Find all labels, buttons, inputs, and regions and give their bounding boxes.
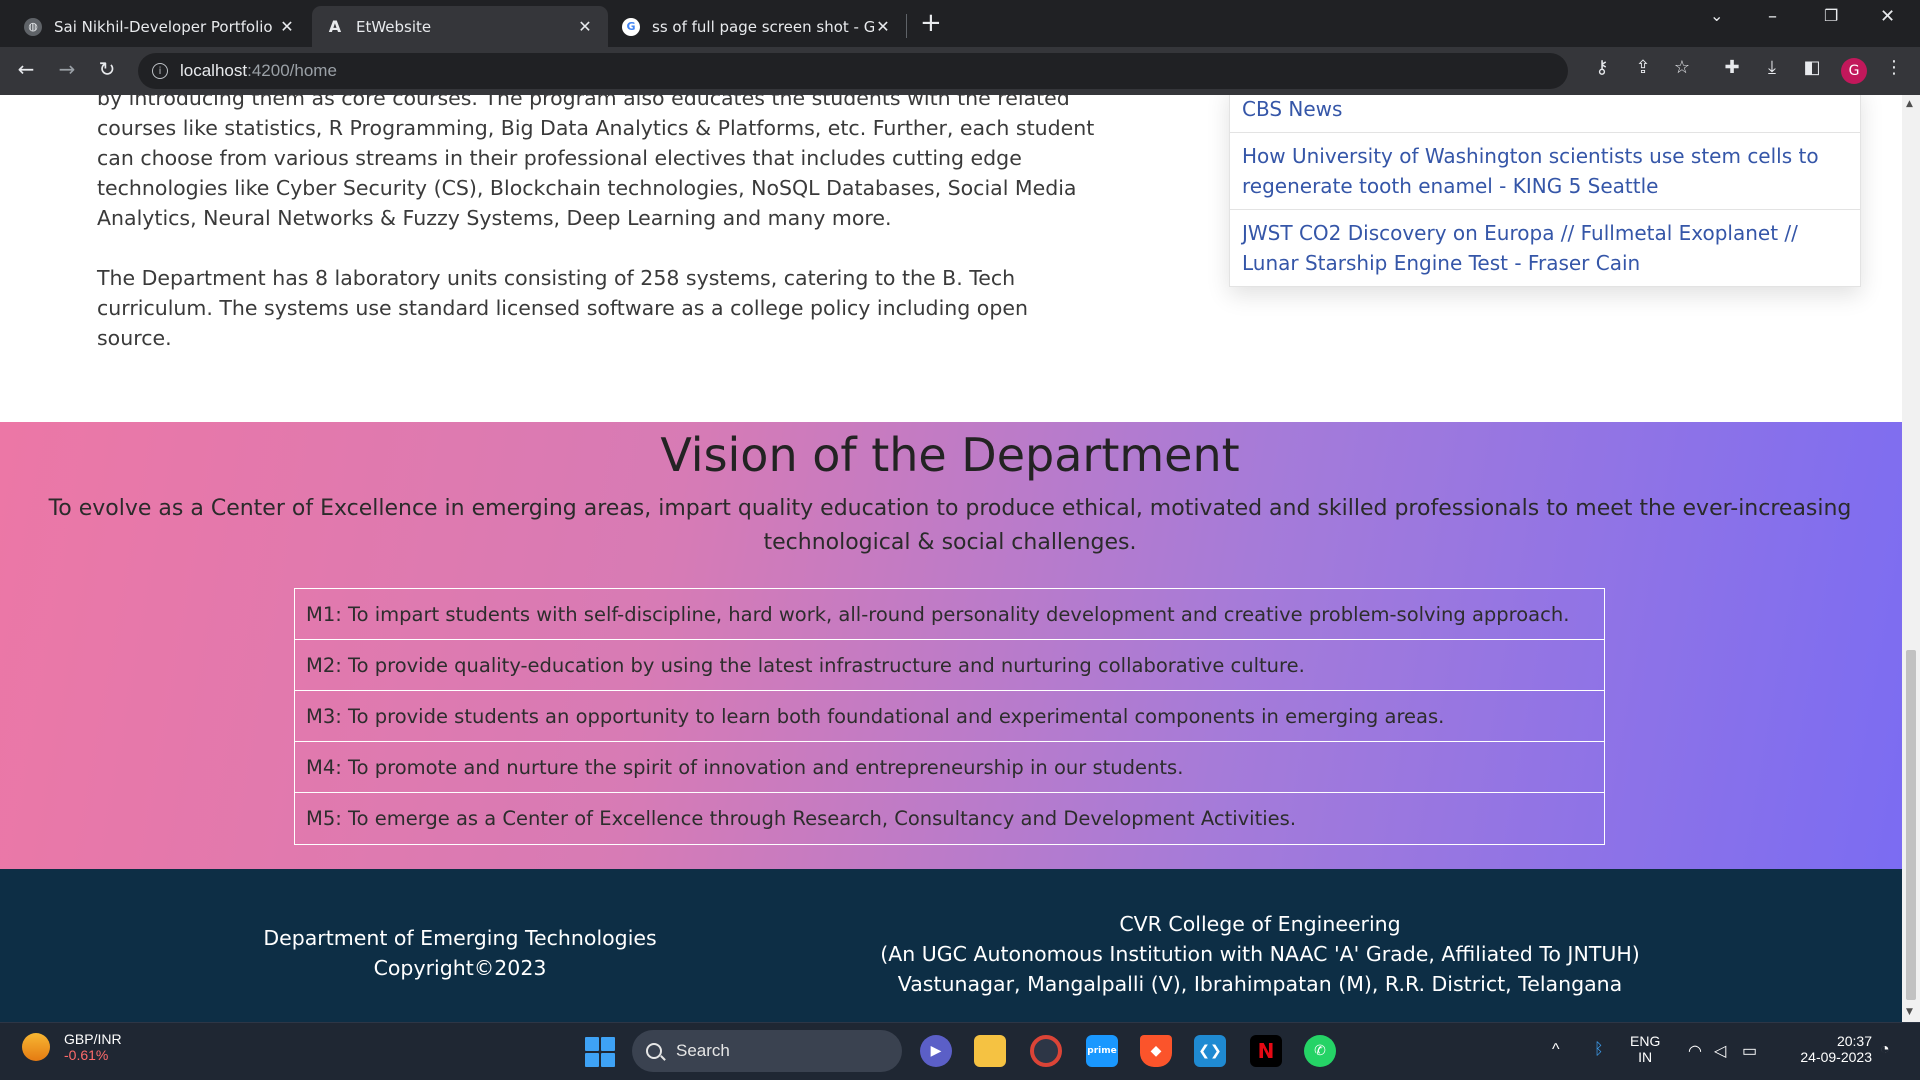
taskbar-search[interactable]: Search [632,1030,902,1072]
teams-icon[interactable]: ▶ [920,1035,952,1067]
google-icon: G [622,17,640,36]
tab-title: EtWebsite [356,17,432,36]
whatsapp-icon[interactable]: ✆ [1304,1035,1336,1067]
clock[interactable]: 20:37 24-09-2023 [1782,1033,1872,1065]
about-text-cut-line: by introducing them as core courses. The… [97,95,1070,110]
news-link[interactable]: CBS News [1230,95,1860,133]
footer-address: Vastunagar, Mangalpalli (V), Ibrahimpata… [897,972,1623,996]
star-icon[interactable]: ☆ [1668,57,1696,78]
taskbar: GBP/INR -0.61% Search ▶ prime ◆ ❮❯ N ✆ ^… [0,1022,1920,1080]
windows-start-icon[interactable] [585,1037,615,1067]
tab-title: ss of full page screen shot - Goog [652,17,874,36]
tab-portfolio[interactable]: ◍ Sai Nikhil-Developer Portfolio ✕ [10,6,310,47]
about-section: by introducing them as core courses. The… [97,95,1107,383]
side-panel-icon[interactable]: ◧ [1798,57,1826,78]
notifications-icon[interactable]: ◔ [1880,1041,1890,1059]
prime-video-icon[interactable]: prime [1086,1035,1118,1067]
forward-icon[interactable]: → [53,57,81,81]
tray-overflow-icon[interactable]: ^ [1552,1041,1560,1059]
new-tab-button[interactable]: + [920,8,942,38]
tab-google-search[interactable]: G ss of full page screen shot - Goog ✕ [608,6,906,47]
volume-icon[interactable]: ◁ [1714,1041,1726,1061]
reload-icon[interactable]: ↻ [93,57,121,81]
news-link[interactable]: JWST CO2 Discovery on Europa // Fullmeta… [1230,210,1860,286]
brave-icon[interactable]: ◆ [1140,1035,1172,1067]
key-icon[interactable]: ⚷ [1588,57,1616,78]
footer-college-name: CVR College of Engineering [1119,912,1401,936]
mission-item: M2: To provide quality-education by usin… [295,640,1604,691]
footer-copyright: Copyright©2023 [373,956,547,980]
scroll-up-arrow[interactable]: ▲ [1906,99,1913,109]
search-icon [646,1043,662,1059]
close-icon[interactable]: ✕ [576,17,594,36]
mission-item: M4: To promote and nurture the spirit of… [295,742,1604,793]
wifi-icon[interactable]: ◠ [1688,1041,1702,1061]
bluetooth-icon[interactable]: ᛒ [1594,1041,1604,1059]
restore-button[interactable]: ❐ [1824,6,1838,25]
download-icon[interactable]: ⤓ [1758,57,1786,78]
address-bar[interactable]: i localhost:4200/home [138,53,1568,89]
extensions-icon[interactable]: ✚ [1718,57,1746,78]
file-explorer-icon[interactable] [974,1035,1006,1067]
about-paragraph-2: The Department has 8 laboratory units co… [97,266,1028,350]
scroll-thumb[interactable] [1906,650,1916,1000]
scroll-down-arrow[interactable]: ▼ [1906,1007,1913,1017]
netflix-icon[interactable]: N [1250,1035,1282,1067]
page-scrollbar[interactable]: ▲ ▼ [1902,95,1920,1022]
lang-region: IN [1638,1049,1653,1065]
news-card: CBS News How University of Washington sc… [1229,95,1861,287]
mission-item: M5: To emerge as a Center of Excellence … [306,807,1297,830]
vision-section: Vision of the Department To evolve as a … [0,422,1902,869]
footer-college: CVR College of Engineering (An UGC Auton… [860,909,1660,999]
mission-item: M1: To impart students with self-discipl… [295,589,1604,640]
about-paragraph-1: courses like statistics, R Programming, … [97,116,1095,230]
url-host: localhost [180,61,248,80]
mission-list: M1: To impart students with self-discipl… [294,588,1605,845]
tab-title: Sai Nikhil-Developer Portfolio [54,17,273,36]
info-icon[interactable]: i [152,63,168,79]
chrome-icon[interactable] [1030,1035,1062,1067]
globe-icon: ◍ [24,17,42,36]
lang-code: ENG [1630,1033,1661,1049]
angular-icon: A [328,17,342,36]
language-indicator[interactable]: ENG IN [1630,1033,1660,1065]
close-icon[interactable]: ✕ [874,17,892,36]
mission-item: M3: To provide students an opportunity t… [295,691,1604,742]
profile-avatar[interactable]: G [1841,58,1867,84]
clock-time: 20:37 [1836,1033,1872,1049]
footer-affiliation: (An UGC Autonomous Institution with NAAC… [880,942,1640,966]
vision-statement: To evolve as a Center of Excellence in e… [48,496,1852,555]
search-label: Search [676,1041,730,1060]
menu-icon[interactable]: ⋮ [1880,57,1908,78]
tab-bar: ◍ Sai Nikhil-Developer Portfolio ✕ A EtW… [0,0,1920,47]
vision-title: Vision of the Department [660,428,1240,482]
battery-icon[interactable]: ▭ [1742,1041,1757,1061]
tab-etwebsite[interactable]: A EtWebsite ✕ [312,6,608,47]
stock-widget[interactable]: GBP/INR -0.61% [22,1031,122,1063]
page-viewport: by introducing them as core courses. The… [0,95,1902,1022]
close-window-button[interactable]: ✕ [1880,6,1895,27]
footer: Department of Emerging Technologies Copy… [0,869,1902,1022]
minimize-button[interactable]: – [1768,6,1777,27]
back-icon[interactable]: ← [12,57,40,81]
browser-toolbar: ← → ↻ i localhost:4200/home ⚷ ⇪ ☆ ✚ ⤓ ◧ … [0,47,1920,95]
footer-dept-name: Department of Emerging Technologies [263,926,657,950]
news-link[interactable]: How University of Washington scientists … [1230,133,1860,210]
url-path: :4200/home [247,61,337,80]
footer-department: Department of Emerging Technologies Copy… [220,923,700,983]
vscode-icon[interactable]: ❮❯ [1194,1035,1226,1067]
ticker-symbol: GBP/INR [64,1031,122,1047]
tab-search-icon[interactable]: ⌄ [1710,6,1723,25]
clock-date: 24-09-2023 [1800,1049,1872,1065]
ticker-change: -0.61% [64,1047,109,1063]
tab-separator [906,14,907,38]
currency-icon [22,1033,50,1061]
share-icon[interactable]: ⇪ [1629,57,1657,78]
close-icon[interactable]: ✕ [278,17,296,36]
